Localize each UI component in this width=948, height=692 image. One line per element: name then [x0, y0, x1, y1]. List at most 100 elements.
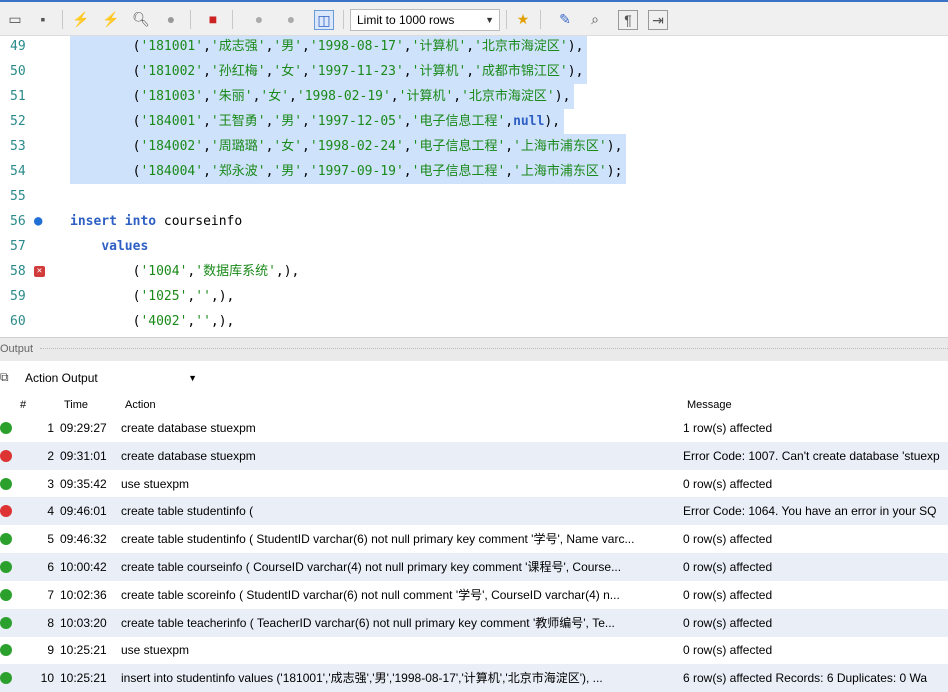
- cell-action: create database stuexpm: [121, 421, 256, 435]
- success-icon: [0, 672, 12, 685]
- success-icon: [0, 533, 12, 546]
- editor-line[interactable]: 59 ('1025','',),: [0, 284, 948, 309]
- cell-time: 09:46:32: [60, 532, 107, 547]
- editor-line[interactable]: 58 ✕ ('1004','数据库系统',),: [0, 259, 948, 284]
- column-header-action[interactable]: Action: [125, 399, 156, 411]
- output-type-label: Action Output: [25, 371, 98, 385]
- commit-icon[interactable]: ●: [250, 10, 268, 28]
- toolbar-separator: [190, 10, 191, 29]
- editor-line[interactable]: 54 ('184004','郑永波','男','1997-09-19','电子信…: [0, 159, 948, 184]
- brush-icon[interactable]: ✎: [556, 10, 574, 28]
- output-row[interactable]: 6 10:00:42 create table courseinfo ( Cours…: [0, 553, 948, 581]
- line-number: 53: [10, 139, 26, 154]
- toggle-autocommit-icon[interactable]: ■: [204, 10, 222, 28]
- code-text: ('184001','王智勇','男','1997-12-05','电子信息工程…: [70, 109, 565, 134]
- cell-num: 2: [47, 448, 54, 463]
- beautify-icon[interactable]: ★: [514, 10, 532, 28]
- error-icon: [0, 449, 12, 462]
- editor-line[interactable]: 49 ('181001','成志强','男','1998-08-17','计算机…: [0, 36, 948, 59]
- output-row[interactable]: 5 09:46:32 create table studentinfo ( Stud…: [0, 525, 948, 553]
- editor-line[interactable]: 53 ('184002','周璐璐','女','1998-02-24','电子信…: [0, 134, 948, 159]
- code-text: ('181003','朱丽','女','1998-02-19','计算机','北…: [70, 84, 575, 109]
- toggle-output-icon[interactable]: ◫: [314, 10, 334, 30]
- success-icon: [0, 588, 12, 601]
- success-icon: [0, 616, 12, 629]
- cell-num: 6: [47, 560, 54, 574]
- cell-msg: Error Code: 1007. Can't create database …: [683, 448, 940, 463]
- line-number: 57: [10, 239, 26, 254]
- statement-marker-icon: ●: [34, 213, 43, 229]
- cell-num: 10: [40, 671, 54, 686]
- wrap-icon[interactable]: ⇥: [648, 10, 668, 30]
- cell-action: create table teacherinfo ( TeacherID var…: [121, 615, 615, 630]
- error-marker-icon: ✕: [34, 266, 45, 277]
- output-row[interactable]: 7 10:02:36 create table scoreinfo ( Studen…: [0, 581, 948, 609]
- cell-action: use stuexpm: [121, 476, 190, 491]
- output-type-dropdown[interactable]: Action Output ▼: [20, 368, 205, 388]
- invisible-chars-icon[interactable]: ¶: [618, 10, 638, 30]
- sql-editor[interactable]: 49 ('181001','成志强','男','1998-08-17','计算机…: [0, 36, 948, 328]
- code-text: ('181002','孙红梅','女','1997-11-23','计算机','…: [70, 59, 588, 84]
- cell-time: 09:46:01: [60, 504, 107, 519]
- output-row[interactable]: 10 10:25:21 insert into studentinfo values…: [0, 664, 948, 692]
- cell-num: 1: [47, 421, 54, 435]
- stop-icon[interactable]: ●: [162, 10, 180, 28]
- cell-msg: 0 row(s) affected: [683, 643, 773, 658]
- copy-icon[interactable]: ⧉: [0, 370, 9, 385]
- cell-action: create table studentinfo ( StudentID var…: [121, 532, 635, 547]
- rollback-icon[interactable]: ●: [282, 10, 300, 28]
- line-number: 49: [10, 39, 26, 54]
- editor-line[interactable]: 51 ('181003','朱丽','女','1998-02-19','计算机'…: [0, 84, 948, 109]
- cell-time: 10:02:36: [60, 587, 107, 602]
- success-icon: [0, 477, 12, 490]
- splitter-grip[interactable]: [40, 348, 948, 352]
- editor-line[interactable]: 57 values: [0, 234, 948, 259]
- cell-time: 09:35:42: [60, 476, 107, 491]
- output-row[interactable]: 3 09:35:42 use stuexpm 0 row(s) affected: [0, 470, 948, 498]
- column-header-number[interactable]: #: [20, 399, 26, 411]
- limit-rows-dropdown[interactable]: Limit to 1000 rows ▼: [350, 9, 500, 31]
- editor-line[interactable]: 55: [0, 184, 948, 209]
- code-text: ('184002','周璐璐','女','1998-02-24','电子信息工程…: [70, 134, 627, 159]
- column-header-time[interactable]: Time: [64, 399, 88, 411]
- cell-time: 10:25:21: [60, 643, 107, 658]
- output-row[interactable]: 4 09:46:01 create table studentinfo (Error…: [0, 497, 948, 526]
- save-icon[interactable]: ▪: [34, 10, 52, 28]
- cell-num: 4: [47, 504, 54, 519]
- toolbar-separator: [506, 10, 507, 29]
- execute-current-icon[interactable]: ⚡: [102, 10, 120, 28]
- code-text: insert into courseinfo: [70, 214, 243, 229]
- success-icon: [0, 422, 12, 434]
- execute-icon[interactable]: ⚡: [72, 10, 90, 28]
- code-text: ('181001','成志强','男','1998-08-17','计算机','…: [70, 36, 588, 59]
- success-icon: [0, 561, 12, 573]
- cell-num: 7: [47, 587, 54, 602]
- find-icon[interactable]: ⌕: [586, 10, 604, 28]
- error-icon: [0, 505, 12, 518]
- output-row[interactable]: 9 10:25:21 use stuexpm 0 row(s) affected: [0, 636, 948, 664]
- editor-line[interactable]: 52 ('184001','王智勇','男','1997-12-05','电子信…: [0, 109, 948, 134]
- output-row[interactable]: 1 09:29:27 create database stuexpm 1 row(s)…: [0, 414, 948, 442]
- toolbar-separator: [62, 10, 63, 29]
- output-grid-header: # Time Action Message: [0, 396, 948, 416]
- cell-msg: Error Code: 1064. You have an error in y…: [683, 504, 937, 519]
- cell-action: insert into studentinfo values ('181001'…: [121, 671, 603, 686]
- cell-msg: 0 row(s) affected: [683, 476, 773, 491]
- output-row[interactable]: 2 09:31:01 create database stuexpm Error Co…: [0, 441, 948, 470]
- explain-icon[interactable]: 🔍︎: [132, 10, 150, 28]
- line-number: 59: [10, 289, 26, 304]
- editor-line[interactable]: 60 ('4002','',),: [0, 309, 948, 328]
- code-text: ('4002','',),: [132, 314, 235, 328]
- folder-open-icon[interactable]: ▭: [6, 10, 24, 28]
- editor-line[interactable]: 56 ● insert into courseinfo: [0, 209, 948, 234]
- line-number: 54: [10, 164, 26, 179]
- code-text: ('1004','数据库系统',),: [132, 264, 300, 279]
- cell-num: 5: [47, 532, 54, 547]
- output-row[interactable]: 8 10:03:20 create table teacherinfo ( Teac…: [0, 608, 948, 637]
- line-number: 51: [10, 89, 26, 104]
- cell-action: use stuexpm: [121, 643, 190, 658]
- cell-msg: 0 row(s) affected: [683, 587, 773, 602]
- output-title: Output: [0, 343, 34, 355]
- column-header-message[interactable]: Message: [687, 399, 732, 411]
- editor-line[interactable]: 50 ('181002','孙红梅','女','1997-11-23','计算机…: [0, 59, 948, 84]
